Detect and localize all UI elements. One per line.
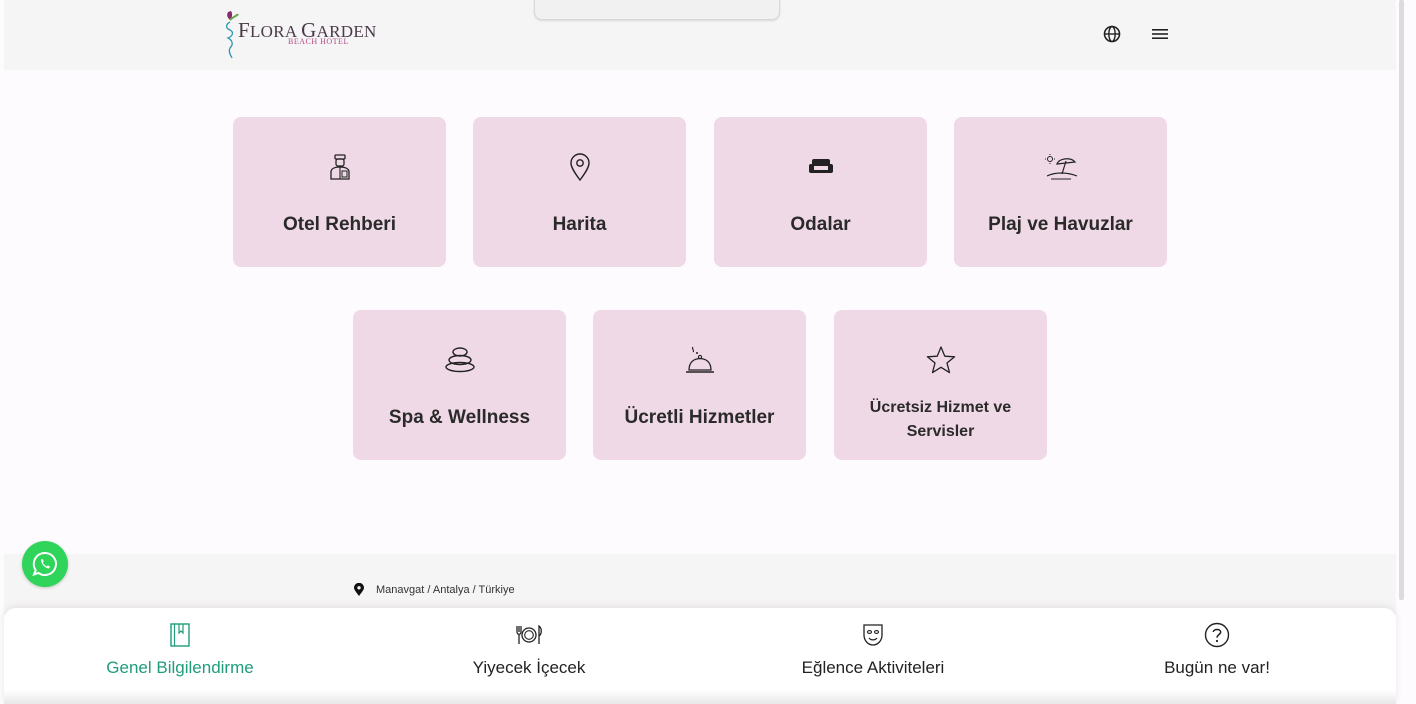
menu-button[interactable] [1148, 22, 1172, 46]
hotel-logo[interactable]: FLORA GARDEN BEACH HOTEL [222, 8, 376, 64]
nav-label: Eğlence Aktiviteleri [801, 658, 945, 677]
nav-label: Yiyecek İçecek [472, 658, 586, 677]
card-label: Otel Rehberi [283, 214, 396, 235]
whatsapp-icon [32, 551, 57, 577]
card-plaj-ve-havuzlar[interactable]: Plaj ve Havuzlar [954, 117, 1167, 267]
globe-icon [1103, 25, 1121, 43]
mask-icon [863, 624, 883, 646]
fork-plate-knife-icon [516, 624, 542, 644]
card-label: Ücretli Hizmetler [624, 407, 775, 428]
location-text: Manavgat / Antalya / Türkiye [376, 583, 515, 596]
card-ucretsiz-hizmet[interactable]: Ücretsiz Hizmet ve Servisler [834, 310, 1047, 460]
map-pin-icon [569, 153, 590, 181]
bellboy-icon [329, 154, 350, 180]
whatsapp-button[interactable] [22, 541, 68, 587]
nav-yiyecek-icecek[interactable]: Yiyecek İçecek [409, 622, 649, 678]
card-label: Spa & Wellness [388, 407, 531, 428]
sofa-icon [808, 159, 833, 173]
hamburger-icon [1152, 29, 1168, 39]
beach-umbrella-icon [1044, 154, 1077, 180]
book-icon [170, 623, 190, 647]
question-circle-icon [1204, 622, 1230, 648]
bottom-edge [4, 690, 1396, 704]
card-label: Harita [552, 214, 607, 235]
card-label: Odalar [790, 214, 851, 235]
scrollbar[interactable] [1399, 0, 1404, 600]
brand-subtitle: BEACH HOTEL [288, 37, 349, 46]
cloche-icon [685, 346, 714, 373]
language-button[interactable] [1100, 22, 1124, 46]
card-harita[interactable]: Harita [473, 117, 686, 267]
card-label: Plaj ve Havuzlar [988, 214, 1133, 235]
nav-label: Genel Bilgilendirme [106, 658, 254, 677]
nav-genel-bilgilendirme[interactable]: Genel Bilgilendirme [60, 622, 300, 678]
card-odalar[interactable]: Odalar [714, 117, 927, 267]
nav-bugun-ne-var[interactable]: Bugün ne var! [1097, 622, 1337, 678]
card-otel-rehberi[interactable]: Otel Rehberi [233, 117, 446, 267]
nav-label: Bugün ne var! [1164, 658, 1270, 677]
nav-eglence-aktiviteleri[interactable]: Eğlence Aktiviteleri [753, 622, 993, 678]
location: Manavgat / Antalya / Türkiye [354, 583, 515, 596]
location-pin-icon [354, 583, 364, 596]
star-icon [926, 346, 955, 374]
footer [4, 554, 1396, 614]
spa-stones-icon [444, 347, 475, 373]
card-ucretli-hizmetler[interactable]: Ücretli Hizmetler [593, 310, 806, 460]
card-spa-wellness[interactable]: Spa & Wellness [353, 310, 566, 460]
browser-url-pill [534, 0, 780, 20]
card-label: Ücretsiz Hizmet ve Servisler [869, 399, 1012, 440]
